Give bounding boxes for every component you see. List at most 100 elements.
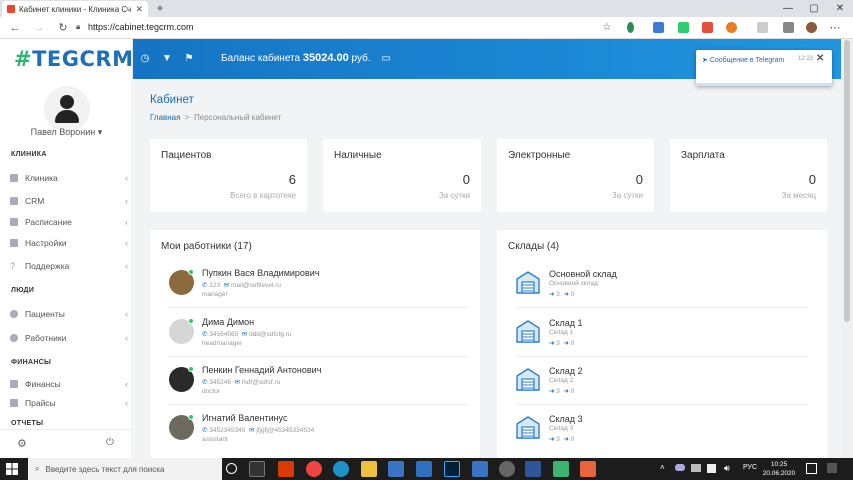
divider	[169, 404, 469, 405]
tray-app-icon[interactable]	[691, 464, 701, 472]
page-title: Кабинет	[150, 94, 194, 106]
tab-close-icon[interactable]: ✕	[135, 4, 143, 15]
history-icon[interactable]: ◷	[139, 53, 151, 65]
new-tab-button[interactable]: +	[153, 1, 167, 16]
photoshop-icon[interactable]	[444, 461, 460, 477]
sidebar-item-clinic[interactable]: Клиника ‹	[10, 171, 128, 185]
store-icon[interactable]	[388, 461, 404, 477]
show-desktop-icon[interactable]	[827, 463, 837, 473]
notifications-icon[interactable]	[806, 463, 817, 474]
user-name[interactable]: Павел Воронин ▾	[0, 127, 133, 138]
extension-green-icon[interactable]	[678, 22, 689, 33]
warehouse-counts: ➜ 3 ➜ 0	[549, 339, 574, 347]
warehouse-row[interactable]: Основной склад Основной склад ➜ 3 ➜ 0	[514, 267, 814, 313]
minimize-button[interactable]: —	[775, 0, 801, 17]
browser-tab[interactable]: Кабинет клиники - Клиника Сч ✕	[2, 1, 148, 17]
logo[interactable]: #TEGCRM	[14, 47, 134, 71]
taskbar-search-placeholder: Введите здесь текст для поиска	[45, 464, 165, 474]
worker-contacts: ✆ 34564565 ✉ ddd@sdfsfg.ru	[202, 330, 291, 338]
system-clock[interactable]: 10:25 20.06.2020	[760, 460, 798, 478]
forward-icon[interactable]: →	[32, 21, 46, 35]
sidebar-item-patients[interactable]: Пациенты ‹	[10, 307, 128, 321]
warehouses-title: Склады (4)	[508, 241, 560, 252]
warehouse-counts: ➜ 3 ➜ 0	[549, 290, 574, 298]
camtasia-icon[interactable]	[553, 461, 569, 477]
sidebar-item-workers[interactable]: Работники ‹	[10, 331, 128, 345]
extension-puzzle-icon[interactable]	[757, 22, 768, 33]
worker-row[interactable]: Дима Димон ✆ 34564565 ✉ ddd@sdfsfg.ru he…	[167, 315, 469, 361]
sidebar-item-schedule[interactable]: Расписание ‹	[10, 215, 128, 229]
extension-red-icon[interactable]	[702, 22, 713, 33]
balance-label: Баланс кабинета	[221, 53, 301, 64]
clinic-icon	[10, 174, 18, 182]
worker-row[interactable]: Игнатий Валентинус ✆ 3452345345 ✉ jfjgfj…	[167, 411, 467, 457]
explorer-icon[interactable]	[361, 461, 377, 477]
task-view-icon[interactable]	[249, 461, 265, 477]
sidebar-item-label: Настройки	[25, 238, 67, 248]
gear-icon[interactable]: ⚙	[17, 437, 27, 450]
mail-icon[interactable]	[416, 461, 432, 477]
tray-network-icon[interactable]	[707, 464, 716, 473]
volume-icon[interactable]: 🔊︎	[724, 463, 730, 474]
outgoing-icon: ➜	[563, 388, 569, 395]
breadcrumb: Главная > Персональный кабинет	[150, 113, 281, 122]
language-indicator[interactable]: РУС	[743, 464, 757, 471]
extension-blue-icon[interactable]	[653, 22, 664, 33]
extension-orange-icon[interactable]	[726, 22, 737, 33]
stat-card-cash: Наличные 0 За сутки	[323, 139, 481, 212]
incoming-count: 3	[556, 436, 560, 443]
favorite-star-icon[interactable]: ☆	[600, 21, 614, 35]
office-icon[interactable]	[278, 461, 294, 477]
collections-icon[interactable]	[783, 22, 794, 33]
worker-email: ddd@sdfsfg.ru	[249, 331, 292, 338]
sidebar-item-prices[interactable]: Прайсы ‹	[10, 396, 128, 410]
app-orange-icon[interactable]	[580, 461, 596, 477]
settings-gear-icon[interactable]	[499, 461, 515, 477]
sidebar-item-support[interactable]: ? Поддержка ‹	[10, 259, 128, 273]
taskbar-search[interactable]: ⌕ Введите здесь текст для поиска	[28, 458, 222, 480]
scrollbar-thumb[interactable]	[844, 40, 850, 322]
cortana-icon[interactable]	[226, 463, 237, 474]
profile-avatar-icon[interactable]	[806, 22, 817, 33]
close-window-button[interactable]: ✕	[827, 0, 853, 17]
workers-panel: Мои работники (17) Пупкин Вася Владимиро…	[150, 230, 480, 458]
toast-close-icon[interactable]: ✕	[816, 53, 824, 64]
extension-pin-icon[interactable]	[627, 22, 634, 33]
chevron-left-icon: ‹	[125, 333, 128, 343]
url-field[interactable]: https://cabinet.tegcrm.com	[88, 22, 194, 32]
power-icon[interactable]: ⏻	[106, 437, 114, 448]
balance-currency: руб.	[351, 53, 371, 64]
reload-icon[interactable]: ↻	[56, 21, 70, 35]
flag-icon[interactable]: ⚑	[183, 53, 195, 65]
worker-phone: 123	[209, 282, 221, 289]
word-icon[interactable]	[525, 461, 541, 477]
telegram-toast[interactable]: ➤ Сообщение в Telegram 12:23 ✕	[696, 50, 832, 86]
breadcrumb-home-link[interactable]: Главная	[150, 113, 180, 122]
worker-row[interactable]: Пупкин Вася Владимирович ✆ 123 ✉ mail@so…	[167, 266, 469, 312]
card-icon[interactable]: ▭	[380, 53, 392, 65]
sidebar-item-crm[interactable]: CRM ‹	[10, 194, 128, 208]
warehouse-row[interactable]: Склад 1 Склад 1 ➜ 3 ➜ 0	[514, 316, 814, 362]
crm-icon	[10, 197, 18, 205]
user-avatar[interactable]	[44, 86, 90, 132]
more-menu-icon[interactable]: ⋯	[828, 21, 842, 35]
chevron-left-icon: ‹	[125, 217, 128, 227]
sidebar-item-finance[interactable]: Финансы ‹	[10, 377, 128, 391]
back-icon[interactable]: ←	[8, 21, 22, 35]
filter-icon[interactable]: ▼	[161, 53, 173, 65]
worker-row[interactable]: Пенкин Геннадий Антонович ✆ 345246 ✉ fsd…	[167, 363, 469, 409]
warehouse-row[interactable]: Склад 3 Склад 3 ➜ 3 ➜ 0	[514, 412, 814, 458]
notepad-icon[interactable]	[472, 461, 488, 477]
sidebar-item-settings[interactable]: Настройки ‹	[10, 236, 128, 250]
chrome-icon[interactable]	[306, 461, 322, 477]
worker-name: Пенкин Геннадий Антонович	[202, 365, 322, 375]
tray-chevron-icon[interactable]: ˄	[660, 463, 665, 472]
maximize-button[interactable]: ▢	[801, 0, 827, 17]
stat-value: 0	[462, 172, 470, 187]
windows-start-icon[interactable]	[6, 463, 18, 475]
onedrive-icon[interactable]	[675, 464, 685, 471]
warehouse-row[interactable]: Склад 2 Склад 2 ➜ 3 ➜ 0	[514, 364, 814, 410]
search-icon: ⌕	[35, 464, 40, 473]
worker-role: doctor	[202, 388, 221, 395]
edge-icon[interactable]	[333, 461, 349, 477]
